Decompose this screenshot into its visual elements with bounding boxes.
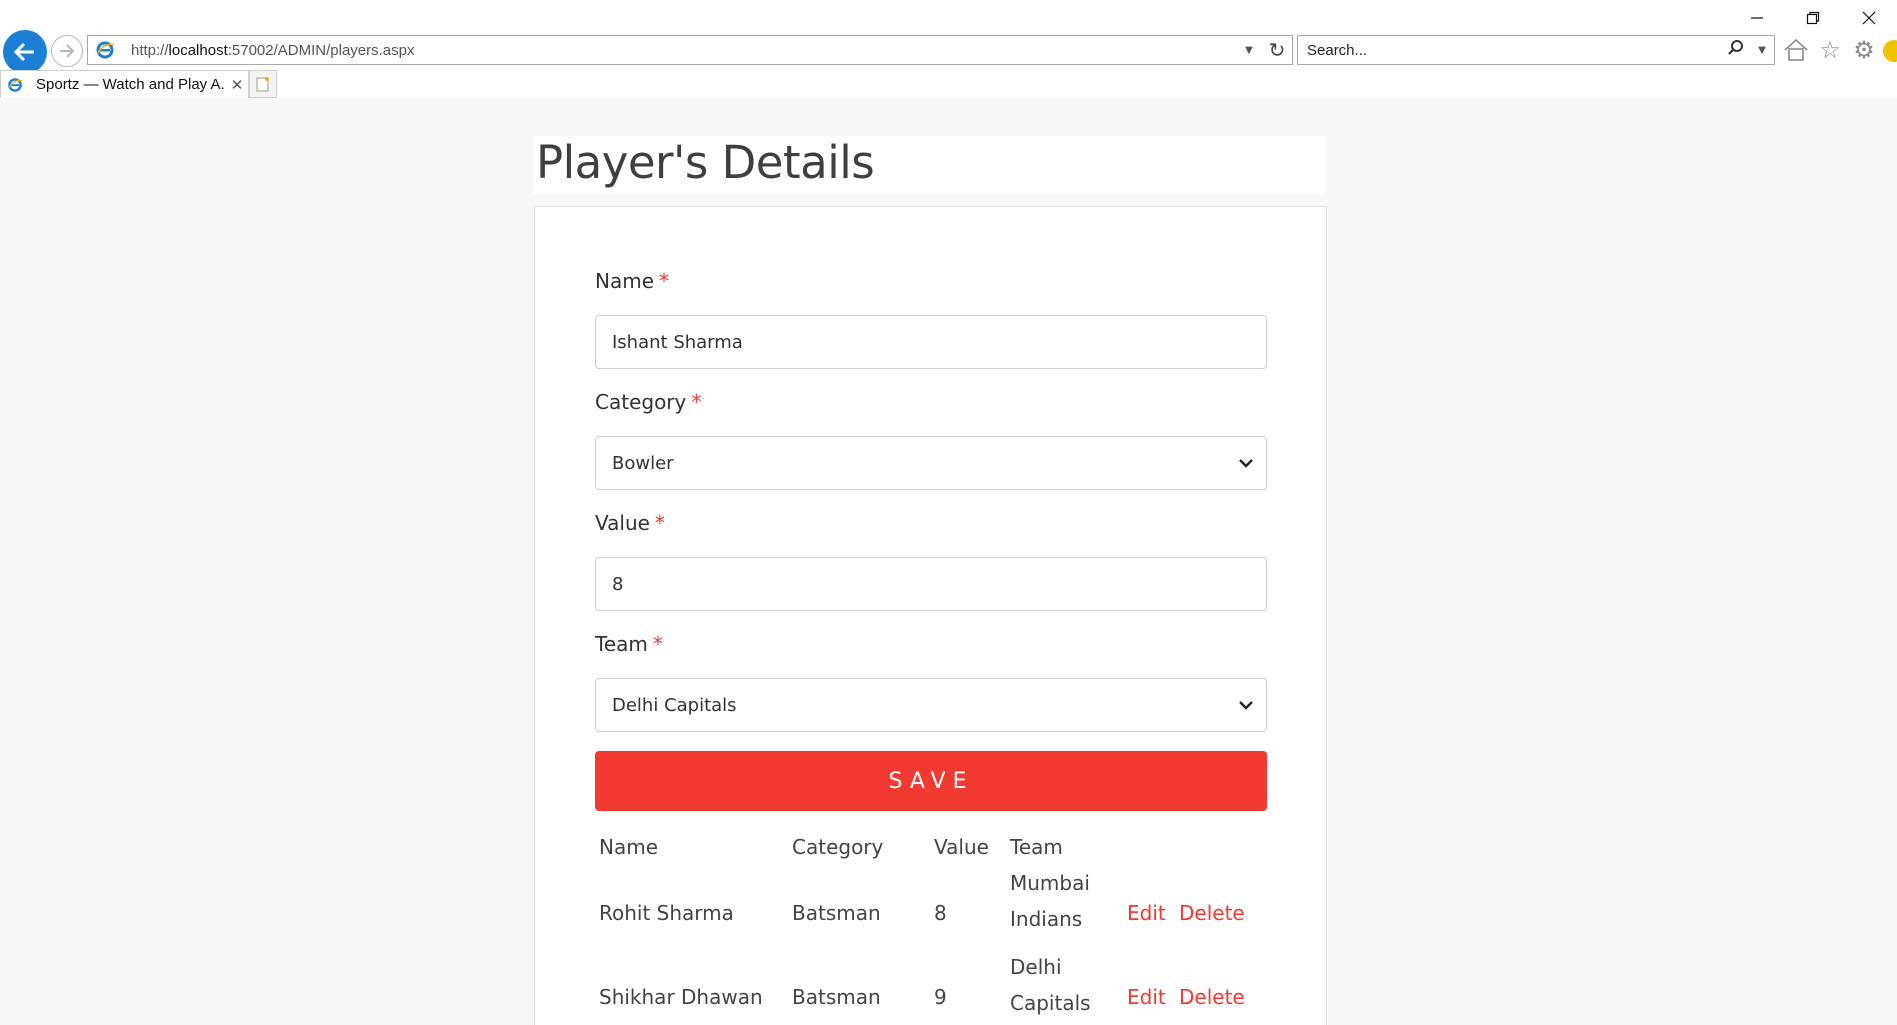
chevron-down-icon <box>1226 700 1266 710</box>
search-input[interactable]: Search... <box>1307 42 1722 59</box>
chevron-down-icon <box>1226 458 1266 468</box>
value-input-value: 8 <box>612 573 624 595</box>
table-cell-team: Mumbai Indians <box>1010 871 1090 931</box>
required-mark: * <box>652 632 663 656</box>
table-cell-category: Batsman <box>792 901 881 925</box>
address-dropdown-icon[interactable]: ▼ <box>1236 45 1262 56</box>
name-input[interactable]: Ishant Sharma <box>595 315 1267 369</box>
table-cell-value: 9 <box>934 985 947 1009</box>
team-select-value: Delhi Capitals <box>612 694 737 716</box>
table-cell-name: Rohit Sharma <box>599 901 734 925</box>
table-header-category: Category <box>792 835 884 859</box>
required-mark: * <box>659 269 670 293</box>
smiley-icon[interactable] <box>1883 40 1897 62</box>
window-controls <box>1729 0 1897 36</box>
name-label: Name * <box>595 269 670 293</box>
title-box: Player's Details <box>534 136 1326 194</box>
url-text[interactable]: http://localhost:57002/ADMIN/players.asp… <box>131 42 1236 59</box>
ie-logo-icon <box>8 77 23 92</box>
close-window-icon[interactable] <box>1841 0 1897 36</box>
value-input[interactable]: 8 <box>595 557 1267 611</box>
refresh-icon[interactable]: ↻ <box>1262 38 1292 62</box>
minimize-icon[interactable] <box>1729 0 1785 36</box>
required-mark: * <box>691 390 702 414</box>
page-title: Player's Details <box>536 136 875 189</box>
edit-link[interactable]: Edit <box>1127 901 1166 925</box>
back-arrow-icon[interactable] <box>3 30 47 74</box>
save-button[interactable]: SAVE <box>595 751 1267 811</box>
star-icon[interactable]: ☆ <box>1816 35 1844 65</box>
toolbar-icons: ☆ ⚙ <box>1782 35 1878 65</box>
browser-chrome: http://localhost:57002/ADMIN/players.asp… <box>0 0 1897 98</box>
delete-link[interactable]: Delete <box>1179 985 1245 1009</box>
edit-link[interactable]: Edit <box>1127 985 1166 1009</box>
delete-link[interactable]: Delete <box>1179 901 1245 925</box>
gear-icon[interactable]: ⚙ <box>1850 35 1878 65</box>
close-tab-icon[interactable]: ✕ <box>226 76 248 94</box>
category-select[interactable]: Bowler <box>595 436 1267 490</box>
table-cell-team: Delhi Capitals <box>1010 955 1091 1015</box>
new-tab-button[interactable] <box>249 70 277 98</box>
table-header-team: Team <box>1010 835 1063 859</box>
player-form-card: Name * Ishant Sharma Category * Bowler Val… <box>534 206 1327 1025</box>
category-select-value: Bowler <box>612 452 674 474</box>
table-cell-name: Shikhar Dhawan <box>599 985 763 1009</box>
table-header-value: Value <box>934 835 989 859</box>
forward-arrow-icon[interactable] <box>51 35 83 67</box>
search-bar[interactable]: Search... ▼ <box>1297 35 1775 65</box>
tab-label: Sportz — Watch and Play A... <box>36 76 226 93</box>
table-header-name: Name <box>599 835 659 859</box>
required-mark: * <box>654 511 665 535</box>
name-input-value: Ishant Sharma <box>612 331 743 353</box>
value-label: Value * <box>595 511 665 535</box>
ie-logo-icon <box>96 41 115 59</box>
table-cell-category: Batsman <box>792 985 881 1009</box>
table-cell-value: 8 <box>934 901 947 925</box>
category-label: Category * <box>595 390 702 414</box>
address-bar[interactable]: http://localhost:57002/ADMIN/players.asp… <box>87 35 1293 65</box>
search-icon[interactable] <box>1722 39 1750 62</box>
team-label: Team * <box>595 632 663 656</box>
home-icon[interactable] <box>1782 35 1810 65</box>
team-select[interactable]: Delhi Capitals <box>595 678 1267 732</box>
tab-bar: Sportz — Watch and Play A... ✕ <box>0 70 277 98</box>
restore-icon[interactable] <box>1785 0 1841 36</box>
search-dropdown-icon[interactable]: ▼ <box>1750 45 1774 56</box>
tab-active[interactable]: Sportz — Watch and Play A... ✕ <box>0 70 249 98</box>
